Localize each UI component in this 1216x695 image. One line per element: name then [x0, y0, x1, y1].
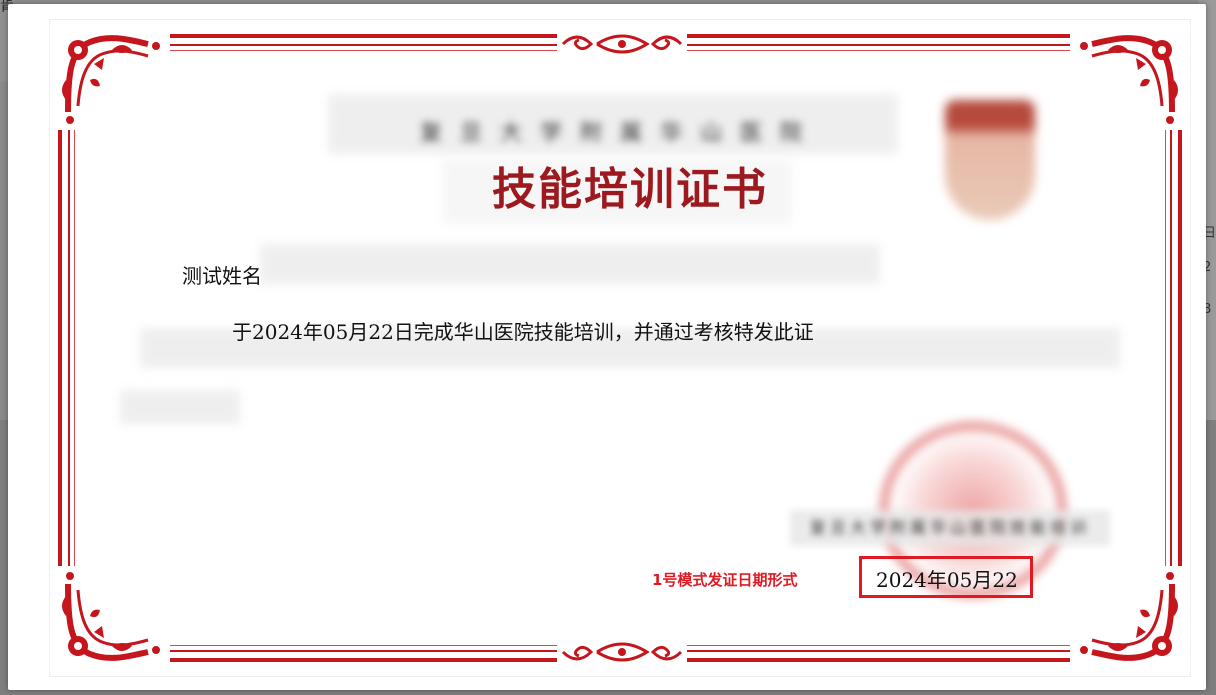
certificate-preview-modal: 复旦大学附属华山医院 技能培训证书 测试姓名 于2024年05月22日完成华山医…	[8, 4, 1206, 690]
certificate-body-text: 于2024年05月22日完成华山医院技能培训，并通过考核特发此证	[232, 320, 814, 344]
corner-ornament-icon	[50, 20, 170, 130]
date-format-annotation: 1号模式发证日期形式	[652, 571, 798, 589]
issuer-name: 复旦大学附属华山医院技能培训	[790, 510, 1110, 546]
corner-ornament-icon	[1070, 20, 1190, 130]
corner-ornament-icon	[50, 566, 170, 676]
scroll-ornament-icon	[557, 30, 687, 58]
hospital-name: 复旦大学附属华山医院	[419, 121, 820, 146]
certificate-title: 技能培训证书	[492, 164, 768, 215]
certificate: 复旦大学附属华山医院 技能培训证书 测试姓名 于2024年05月22日完成华山医…	[50, 20, 1190, 676]
scroll-ornament-icon	[557, 638, 687, 666]
redacted-band	[260, 244, 880, 284]
recipient-name: 测试姓名	[182, 264, 262, 288]
redacted-band	[120, 390, 240, 424]
corner-ornament-icon	[1070, 566, 1190, 676]
hospital-logo-icon	[945, 100, 1035, 220]
issue-date: 2024年05月22	[876, 568, 1018, 592]
